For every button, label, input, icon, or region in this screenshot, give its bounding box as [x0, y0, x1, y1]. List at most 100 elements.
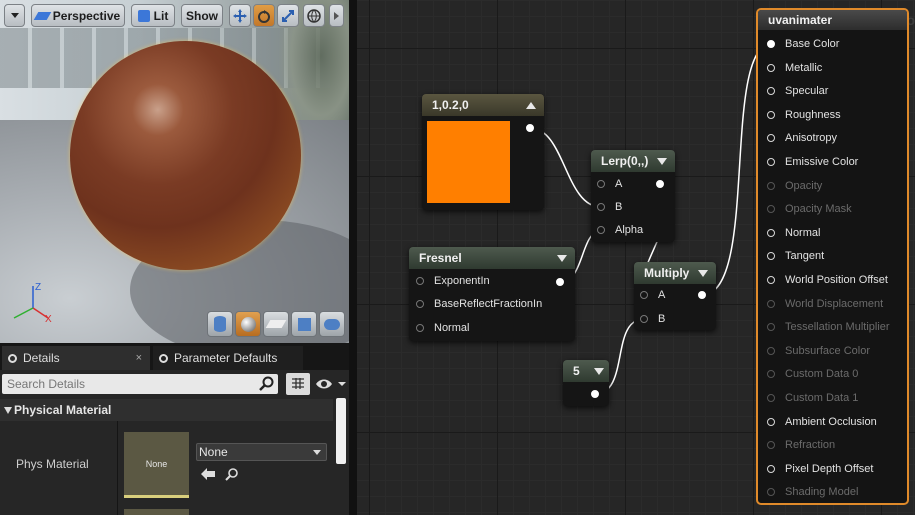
input-pin[interactable]: [416, 300, 424, 308]
input-pin[interactable]: [767, 299, 775, 308]
input-pin[interactable]: [767, 158, 775, 166]
result-pin-row[interactable]: Ambient Occlusion: [767, 416, 877, 428]
result-pin-row[interactable]: Normal: [767, 227, 820, 239]
result-pin-label: Subsurface Color: [785, 344, 870, 357]
fresnel-input-exponent[interactable]: ExponentIn: [416, 275, 490, 287]
input-pin[interactable]: [767, 488, 775, 497]
lerp-node[interactable]: Lerp(0,,) A B Alpha: [591, 150, 675, 242]
fresnel-input-basereflect[interactable]: BaseReflectFractionIn: [416, 298, 542, 310]
pin-label: A: [658, 289, 666, 301]
output-pin[interactable]: [656, 180, 664, 188]
result-pin-label: Refraction: [785, 439, 836, 452]
constant-node-header[interactable]: 1,0.2,0: [422, 94, 544, 116]
collapse-caret-icon[interactable]: [526, 102, 536, 109]
result-pin-row[interactable]: Subsurface Color: [767, 345, 870, 357]
input-pin[interactable]: [640, 315, 648, 323]
multiply-input-b[interactable]: B: [640, 313, 665, 325]
result-pin-row[interactable]: Metallic: [767, 62, 822, 74]
output-pin[interactable]: [526, 124, 534, 132]
input-pin[interactable]: [416, 324, 424, 332]
input-pin[interactable]: [767, 252, 775, 261]
input-pin[interactable]: [767, 181, 775, 190]
collapse-caret-icon[interactable]: [657, 158, 667, 165]
scalar-constant-node[interactable]: 5: [563, 360, 609, 406]
output-pin[interactable]: [591, 390, 599, 398]
multiply-node[interactable]: Multiply A B: [634, 262, 716, 330]
input-pin[interactable]: [597, 203, 605, 211]
output-pin[interactable]: [698, 291, 706, 299]
result-pin-row[interactable]: Opacity Mask: [767, 203, 852, 215]
result-pin-label: Tangent: [785, 250, 825, 263]
input-pin[interactable]: [597, 180, 605, 188]
lerp-node-title: Lerp(0,,): [601, 154, 649, 168]
result-pin-row[interactable]: Shading Model: [767, 486, 858, 498]
fresnel-node-header[interactable]: Fresnel: [409, 247, 575, 269]
lerp-node-header[interactable]: Lerp(0,,): [591, 150, 675, 172]
fresnel-input-normal[interactable]: Normal: [416, 322, 469, 334]
input-pin[interactable]: [767, 441, 775, 450]
constant-vector-node[interactable]: 1,0.2,0: [422, 94, 544, 210]
result-pin-label: Anisotropy: [785, 132, 837, 145]
input-pin[interactable]: [767, 134, 775, 143]
output-pin[interactable]: [556, 278, 564, 286]
input-pin[interactable]: [640, 291, 648, 299]
result-pin-row[interactable]: Tangent: [767, 250, 824, 262]
input-pin[interactable]: [767, 417, 775, 426]
input-pin[interactable]: [767, 323, 775, 332]
pin-label: B: [615, 201, 623, 213]
input-pin[interactable]: [767, 346, 775, 355]
input-pin[interactable]: [767, 464, 775, 473]
pin-label: Normal: [434, 322, 470, 334]
collapse-caret-icon[interactable]: [594, 368, 604, 375]
result-pin-label: Roughness: [785, 108, 841, 121]
result-pin-label: Pixel Depth Offset: [785, 462, 874, 475]
pin-label: BaseReflectFractionIn: [434, 298, 543, 310]
input-pin[interactable]: [767, 370, 775, 379]
input-pin[interactable]: [597, 226, 605, 234]
result-pin-label: Base Color: [785, 38, 840, 50]
input-pin[interactable]: [767, 394, 775, 402]
result-pin-label: Opacity Mask: [785, 203, 852, 216]
input-pin[interactable]: [767, 40, 775, 48]
lerp-input-b[interactable]: B: [597, 201, 622, 213]
collapse-caret-icon[interactable]: [557, 255, 567, 262]
result-pin-label: Metallic: [785, 61, 823, 74]
result-pin-row[interactable]: World Displacement: [767, 298, 883, 310]
input-pin[interactable]: [767, 228, 775, 237]
result-pin-row[interactable]: Roughness: [767, 109, 841, 121]
input-pin[interactable]: [416, 277, 424, 285]
multiply-input-a[interactable]: A: [640, 289, 665, 301]
multiply-node-header[interactable]: Multiply: [634, 262, 716, 284]
lerp-input-a[interactable]: A: [597, 178, 622, 190]
result-node-header[interactable]: uvanimater: [758, 10, 907, 30]
pin-label: B: [658, 313, 666, 325]
fresnel-node-title: Fresnel: [419, 251, 462, 265]
input-pin[interactable]: [767, 63, 775, 72]
result-pin-row[interactable]: World Position Offset: [767, 274, 888, 286]
input-pin[interactable]: [767, 87, 775, 96]
result-pin-row[interactable]: Tessellation Multiplier: [767, 321, 890, 333]
color-swatch: [427, 121, 510, 203]
result-pin-row[interactable]: Specular: [767, 85, 828, 97]
fresnel-node[interactable]: Fresnel ExponentIn BaseReflectFractionIn…: [409, 247, 575, 341]
result-pin-label: Custom Data 1: [785, 392, 859, 404]
result-pin-row[interactable]: Opacity: [767, 180, 822, 192]
result-pin-row[interactable]: Pixel Depth Offset: [767, 463, 873, 475]
scalar-node-header[interactable]: 5: [563, 360, 609, 382]
lerp-input-alpha[interactable]: Alpha: [597, 224, 643, 236]
result-pin-row[interactable]: Custom Data 1: [767, 392, 858, 404]
collapse-caret-icon[interactable]: [698, 270, 708, 277]
scalar-node-title: 5: [573, 364, 580, 378]
constant-node-title: 1,0.2,0: [432, 98, 469, 112]
result-pin-row[interactable]: Custom Data 0: [767, 368, 858, 380]
result-pin-row[interactable]: Anisotropy: [767, 132, 837, 144]
result-pin-row[interactable]: Refraction: [767, 439, 835, 451]
material-result-node[interactable]: uvanimater Base Color Metallic Specular Rou…: [756, 8, 909, 505]
input-pin[interactable]: [767, 276, 775, 284]
input-pin[interactable]: [767, 110, 775, 119]
result-node-title: uvanimater: [768, 13, 833, 27]
result-pin-row[interactable]: Emissive Color: [767, 156, 858, 168]
result-pin-row[interactable]: Base Color: [767, 38, 839, 50]
input-pin[interactable]: [767, 205, 775, 214]
result-pin-label: Opacity: [785, 179, 823, 192]
